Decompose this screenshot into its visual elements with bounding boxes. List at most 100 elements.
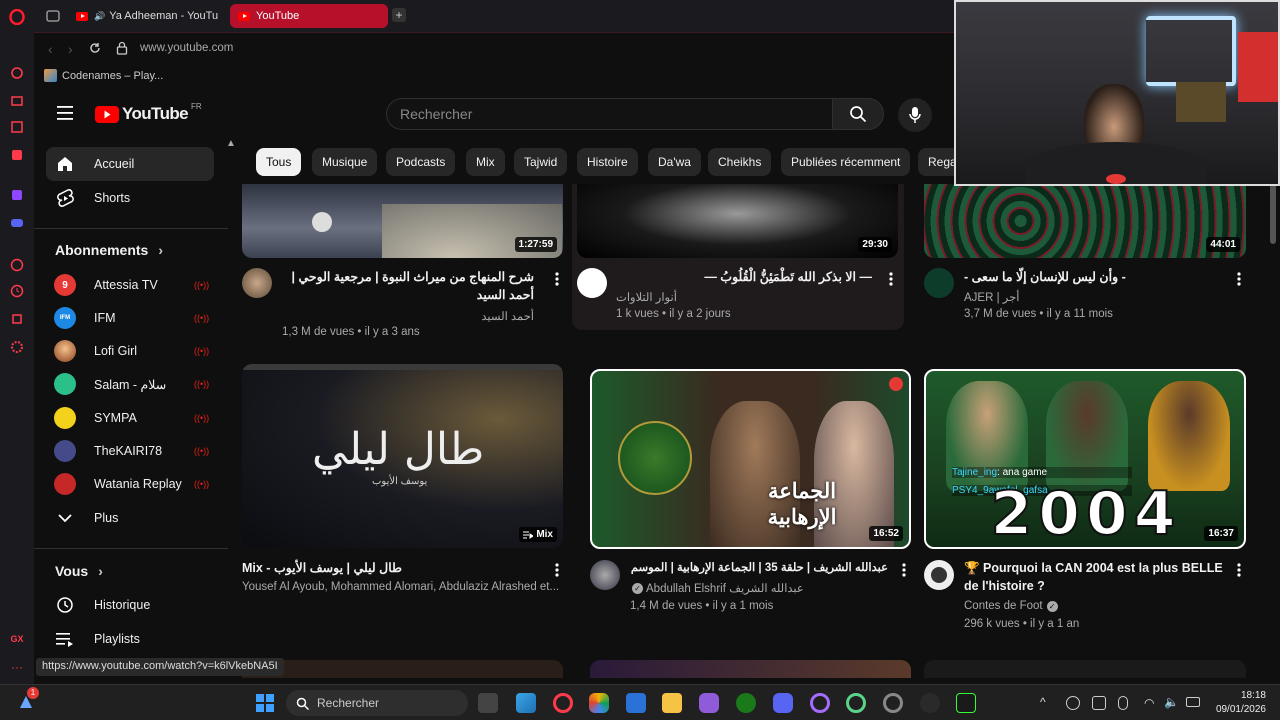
news-icon[interactable] <box>8 146 26 164</box>
voice-search-button[interactable] <box>898 98 932 132</box>
search-button[interactable] <box>832 98 884 130</box>
video-thumbnail[interactable]: Tajine_ing: ana game PSY4_9awafel_gafsa … <box>924 369 1246 549</box>
video-thumbnail[interactable]: طال ليلي يوسف الأيوب Mix <box>242 364 563 548</box>
discord-icon[interactable] <box>773 693 793 713</box>
channel-avatar[interactable] <box>577 268 607 298</box>
channel-avatar[interactable] <box>242 268 272 298</box>
chip-regarde[interactable]: Regar <box>918 148 954 176</box>
more-options-icon[interactable] <box>1232 270 1246 288</box>
url-text[interactable]: www.youtube.com <box>140 42 233 54</box>
more-options-icon[interactable] <box>884 270 898 288</box>
video-title[interactable]: Mix - طال ليلي | يوسف الأيوب <box>242 559 542 577</box>
chip-mix[interactable]: Mix <box>466 148 505 176</box>
sidebar-item-historique[interactable]: Historique <box>46 588 214 622</box>
tab-youtube[interactable]: YouTube <box>230 4 388 28</box>
search-input[interactable]: Rechercher <box>386 98 832 130</box>
scroll-up-icon[interactable]: ▲ <box>226 138 236 149</box>
copilot-icon[interactable] <box>589 693 609 713</box>
channel-name[interactable]: AJER | أجر <box>964 290 1019 304</box>
chip-musique[interactable]: Musique <box>312 148 378 176</box>
sidebar-item-salam[interactable]: Salam - سلام ((•)) <box>46 367 214 401</box>
chip-podcasts[interactable]: Podcasts <box>386 148 456 176</box>
sidebar-item-watania-replay[interactable]: Watania Replay ((•)) <box>46 467 214 501</box>
sidebar-item-plus[interactable]: Plus <box>46 501 214 535</box>
file-explorer-icon[interactable] <box>662 693 682 713</box>
youtube-logo[interactable]: YouTube FR <box>95 102 202 124</box>
gx-icon[interactable]: GX <box>8 630 26 648</box>
video-thumbnail[interactable]: 29:30 <box>577 184 898 258</box>
browser-icon[interactable] <box>883 693 903 713</box>
chip-publiees-recemment[interactable]: Publiées récemment <box>781 148 911 176</box>
store-icon[interactable] <box>626 693 646 713</box>
more-options-icon[interactable] <box>1232 561 1246 579</box>
bookmark-codenames[interactable]: Codenames – Play... <box>44 69 163 82</box>
more-options-icon[interactable] <box>550 270 564 288</box>
video-title[interactable]: شرح المنهاج من ميراث النبوة | مرجعية الو… <box>282 268 535 304</box>
terminal-icon[interactable] <box>956 693 976 713</box>
scrollbar-thumb[interactable] <box>1270 184 1276 244</box>
channel-name[interactable]: Abdullah Elshrif عبدالله الشريف <box>646 581 804 595</box>
sidebar-item-accueil[interactable]: Accueil <box>46 147 214 181</box>
you-header[interactable]: Vous › <box>55 563 103 579</box>
volume-icon[interactable]: 🔈 <box>1164 695 1179 709</box>
more-icon[interactable]: ··· <box>8 658 26 676</box>
video-title[interactable]: - وأن ليس للإنسان إلّا ما سعى - <box>964 268 1224 286</box>
channel-avatar[interactable] <box>590 560 620 590</box>
video-title[interactable]: 🏆 Pourquoi la CAN 2004 est la plus BELLE… <box>964 559 1226 595</box>
menu-icon[interactable] <box>57 106 75 120</box>
chip-tous[interactable]: Tous <box>256 148 302 176</box>
channel-name[interactable]: أنوار التلاوات <box>616 290 677 304</box>
chip-histoire[interactable]: Histoire <box>577 148 638 176</box>
tab-menu-icon[interactable] <box>46 9 60 22</box>
channel-name[interactable]: Yousef Al Ayoub, Mohammed Alomari, Abdul… <box>242 581 566 593</box>
chip-tajwid[interactable]: Tajwid <box>514 148 568 176</box>
discord-icon[interactable] <box>8 214 26 232</box>
widgets-icon[interactable]: 1 <box>16 687 39 713</box>
opera-gx-icon[interactable] <box>553 693 573 713</box>
xbox-icon[interactable] <box>736 693 756 713</box>
twitch-icon[interactable] <box>8 186 26 204</box>
settings-icon[interactable] <box>8 338 26 356</box>
windows-start-icon[interactable] <box>255 693 275 713</box>
forward-button[interactable]: › <box>68 41 73 57</box>
chevron-up-icon[interactable]: ^ <box>1040 695 1046 709</box>
sidebar-item-shorts[interactable]: Shorts <box>46 181 214 215</box>
opera-logo-icon[interactable] <box>8 8 26 26</box>
sidebar-item-sympa[interactable]: SYMPA ((•)) <box>46 401 214 435</box>
opera-air-icon[interactable] <box>846 693 866 713</box>
microphone-icon[interactable] <box>1118 696 1128 710</box>
chip-dawa[interactable]: Da'wa <box>648 148 701 176</box>
extensions-icon[interactable] <box>8 310 26 328</box>
sidebar-item-attessia-tv[interactable]: 9 Attessia TV ((•)) <box>46 268 214 302</box>
sidebar-item-playlists[interactable]: Playlists <box>46 622 214 656</box>
video-thumbnail[interactable]: الجماعة الإرهابية 16:52 <box>590 369 911 549</box>
workspace-icon[interactable] <box>8 92 26 110</box>
obs-icon[interactable] <box>920 693 940 713</box>
subscriptions-header[interactable]: Abonnements › <box>55 242 163 258</box>
tray-icon[interactable] <box>1092 696 1106 710</box>
sidebar-item-lofi-girl[interactable]: Lofi Girl ((•)) <box>46 334 214 368</box>
app-icon[interactable] <box>699 693 719 713</box>
more-options-icon[interactable] <box>897 561 911 579</box>
bookmarks-icon[interactable] <box>8 118 26 136</box>
wifi-icon[interactable]: ◠ <box>1144 696 1154 710</box>
ai-icon[interactable] <box>8 64 26 82</box>
photos-icon[interactable] <box>516 693 536 713</box>
battery-icon[interactable] <box>1186 697 1200 707</box>
sidebar-item-thekairi78[interactable]: TheKAIRI78 ((•)) <box>46 434 214 468</box>
new-tab-button[interactable]: + <box>392 8 406 22</box>
channel-avatar[interactable] <box>924 560 954 590</box>
history-sidebar-icon[interactable] <box>8 282 26 300</box>
player-icon[interactable] <box>8 256 26 274</box>
sidebar-item-ifm[interactable]: IFM IFM ((•)) <box>46 301 214 335</box>
channel-name[interactable]: أحمد السيد <box>282 309 534 323</box>
more-options-icon[interactable] <box>550 561 564 579</box>
tab-ya-adheeman[interactable]: 🔊 Ya Adheeman - YouTu <box>68 4 218 28</box>
channel-avatar[interactable] <box>924 268 954 298</box>
task-view-icon[interactable] <box>478 693 498 713</box>
video-thumbnail[interactable] <box>924 660 1246 678</box>
video-title[interactable]: عبدالله الشريف | حلقة 35 | الجماعة الإره… <box>630 559 888 577</box>
taskbar-search[interactable]: Rechercher <box>286 690 468 716</box>
video-thumbnail[interactable] <box>242 660 563 678</box>
channel-name[interactable]: Contes de Foot <box>964 600 1043 612</box>
